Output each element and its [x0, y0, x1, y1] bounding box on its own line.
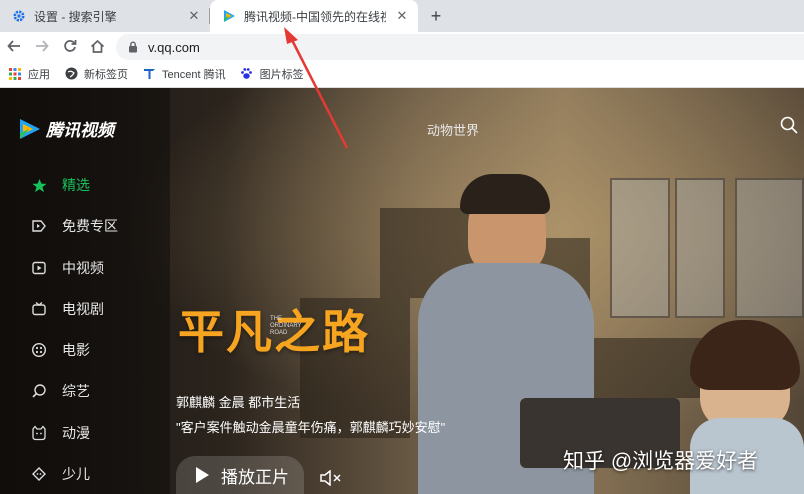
play-tag-icon: [30, 217, 48, 235]
search-icon[interactable]: [780, 116, 798, 139]
actor-hair: [460, 174, 550, 214]
apps-grid-icon: [8, 67, 22, 81]
show-meta: 郭麒麟 金晨 都市生活: [176, 395, 301, 410]
bookmark-new-tab[interactable]: 新标签页: [64, 66, 128, 82]
tab-title: 腾讯视频-中国领先的在线视频媒: [244, 9, 386, 24]
reload-icon: [64, 40, 77, 52]
forward-button[interactable]: [32, 36, 52, 56]
close-icon[interactable]: ✕: [186, 8, 202, 24]
tab-strip: 设置 - 搜索引擎 ✕ 腾讯视频-中国领先的在线视频媒 ✕ +: [0, 0, 804, 32]
play-label: 播放正片: [221, 467, 289, 487]
anime-icon: [30, 424, 48, 442]
tv-icon: [30, 300, 48, 318]
background-window: [675, 178, 725, 318]
gear-icon: [12, 9, 26, 23]
tencent-icon: [142, 67, 156, 81]
new-tab-button[interactable]: +: [426, 6, 446, 26]
address-bar[interactable]: v.qq.com: [116, 34, 804, 60]
nav-label: 综艺: [62, 383, 90, 399]
nav-item-anime[interactable]: 动漫: [30, 423, 90, 443]
nav-label: 中视频: [62, 260, 104, 276]
bookmark-label: 图片标签: [259, 68, 304, 81]
url-text: v.qq.com: [148, 39, 200, 55]
nav-item-tv[interactable]: 电视剧: [30, 299, 104, 319]
bookmark-tencent[interactable]: Tencent 腾讯: [142, 66, 226, 82]
play-button[interactable]: 播放正片: [176, 456, 304, 494]
nav-label: 少儿: [62, 466, 90, 482]
baidu-paw-icon: [240, 67, 254, 81]
back-button[interactable]: [4, 36, 24, 56]
actress-hair: [690, 320, 800, 390]
globe-icon: [64, 67, 78, 81]
bookmark-apps[interactable]: 应用: [8, 66, 50, 82]
page-content: 腾讯视频 动物世界 精选 免费专区 中视频 电视剧 电影 综艺 动漫 少儿 平凡…: [0, 88, 804, 494]
lock-icon: [128, 41, 138, 53]
speaker-muted-icon: [320, 469, 341, 487]
nav-label: 动漫: [62, 425, 90, 441]
film-reel-icon: [30, 341, 48, 359]
search-input[interactable]: 动物世界: [427, 120, 479, 139]
kids-icon: [30, 465, 48, 483]
home-icon: [90, 39, 104, 53]
nav-label: 精选: [62, 177, 90, 193]
bookmark-label: Tencent 腾讯: [162, 68, 226, 81]
arrow-right-icon: [36, 40, 49, 52]
video-square-icon: [30, 259, 48, 277]
reload-button[interactable]: [60, 36, 80, 56]
tencent-video-logo-icon: [20, 118, 40, 139]
nav-label: 电视剧: [62, 301, 104, 317]
nav-label: 免费专区: [62, 218, 118, 234]
nav-item-featured[interactable]: 精选: [30, 175, 90, 195]
nav-item-movie[interactable]: 电影: [30, 340, 90, 360]
bookmarks-bar: 应用 新标签页 Tencent 腾讯 图片标签: [0, 60, 804, 88]
show-description: "客户案件触动金晨童年伤痛，郭麒麟巧妙安慰": [176, 420, 446, 435]
nav-item-variety[interactable]: 综艺: [30, 381, 90, 401]
nav-label: 电影: [62, 342, 90, 358]
variety-icon: [30, 382, 48, 400]
close-icon[interactable]: ✕: [394, 8, 410, 24]
mute-button[interactable]: [320, 469, 342, 491]
logo-text: 腾讯视频: [46, 121, 114, 140]
tab-settings[interactable]: 设置 - 搜索引擎 ✕: [0, 0, 210, 32]
nav-item-midvideo[interactable]: 中视频: [30, 258, 104, 278]
background-window: [610, 178, 670, 318]
nav-item-kids[interactable]: 少儿: [30, 464, 90, 484]
show-title-english: THE ORDINARY ROAD: [270, 316, 302, 336]
tab-tencent-video[interactable]: 腾讯视频-中国领先的在线视频媒 ✕: [210, 0, 418, 32]
nav-item-free[interactable]: 免费专区: [30, 216, 118, 236]
site-logo[interactable]: 腾讯视频: [18, 116, 114, 141]
play-icon: [196, 467, 209, 483]
star-icon: [30, 176, 48, 194]
zhihu-watermark: 知乎 @浏览器爱好者: [563, 450, 759, 473]
bookmark-label: 新标签页: [84, 68, 128, 81]
background-window: [735, 178, 804, 318]
bookmark-label: 应用: [28, 68, 50, 81]
tencent-video-icon: [222, 9, 236, 23]
bookmark-images[interactable]: 图片标签: [240, 66, 304, 82]
home-button[interactable]: [87, 36, 107, 56]
arrow-left-icon: [7, 40, 20, 52]
tab-title: 设置 - 搜索引擎: [34, 9, 117, 24]
browser-toolbar: v.qq.com: [0, 32, 804, 60]
